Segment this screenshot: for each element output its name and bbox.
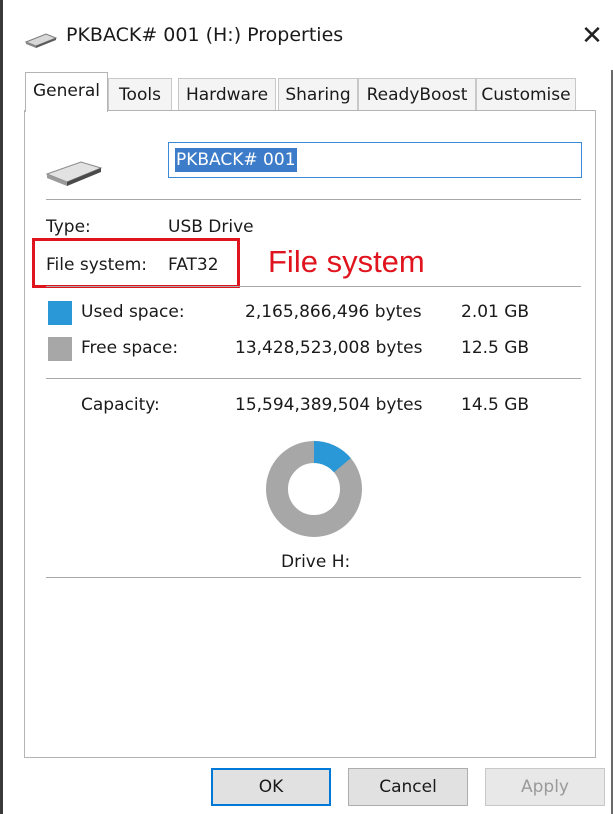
divider-top xyxy=(46,199,581,200)
tab-hardware[interactable]: Hardware xyxy=(178,78,276,110)
title-bar: PKBACK# 001 (H:) Properties ✕ xyxy=(6,0,613,70)
tab-customise[interactable]: Customise xyxy=(476,78,576,110)
free-space-label: Free space: xyxy=(81,338,179,358)
capacity-size: 14.5 GB xyxy=(461,395,530,415)
capacity-bytes: 15,594,389,504 bytes xyxy=(235,395,423,415)
apply-button[interactable]: Apply xyxy=(485,768,605,806)
drive-icon xyxy=(45,161,103,186)
divider-capacity xyxy=(46,378,581,379)
drive-name-selected-text: PKBACK# 001 xyxy=(175,148,297,172)
used-space-swatch xyxy=(48,301,72,325)
tab-readyboost[interactable]: ReadyBoost xyxy=(358,78,476,110)
window-title: PKBACK# 001 (H:) Properties xyxy=(66,24,344,46)
drive-caption: Drive H: xyxy=(281,552,351,572)
free-space-bytes: 13,428,523,008 bytes xyxy=(235,338,423,358)
close-icon: ✕ xyxy=(581,21,603,51)
used-space-size: 2.01 GB xyxy=(461,302,530,322)
close-button[interactable]: ✕ xyxy=(569,16,613,56)
tab-sharing[interactable]: Sharing xyxy=(278,78,358,110)
capacity-label: Capacity: xyxy=(81,395,160,415)
divider-middle xyxy=(46,286,581,287)
cancel-button[interactable]: Cancel xyxy=(348,768,468,806)
tab-tools[interactable]: Tools xyxy=(108,78,172,110)
drive-name-input[interactable]: PKBACK# 001 xyxy=(168,142,582,178)
free-space-size: 12.5 GB xyxy=(461,338,530,358)
divider-bottom xyxy=(46,577,581,578)
tab-general[interactable]: General xyxy=(25,72,108,112)
type-label: Type: xyxy=(46,217,91,237)
file-system-annotation: File system xyxy=(268,244,425,279)
free-space-swatch xyxy=(48,337,72,361)
used-space-label: Used space: xyxy=(81,302,185,322)
usage-donut-chart xyxy=(266,441,362,537)
used-space-bytes: 2,165,866,496 bytes xyxy=(245,302,422,322)
general-panel xyxy=(24,110,596,758)
properties-window: PKBACK# 001 (H:) Properties ✕ General To… xyxy=(0,0,613,814)
ok-button[interactable]: OK xyxy=(211,768,331,806)
file-system-highlight xyxy=(32,238,240,288)
type-value: USB Drive xyxy=(168,217,254,237)
usb-drive-icon xyxy=(24,33,58,48)
used-space-arc xyxy=(313,441,351,473)
